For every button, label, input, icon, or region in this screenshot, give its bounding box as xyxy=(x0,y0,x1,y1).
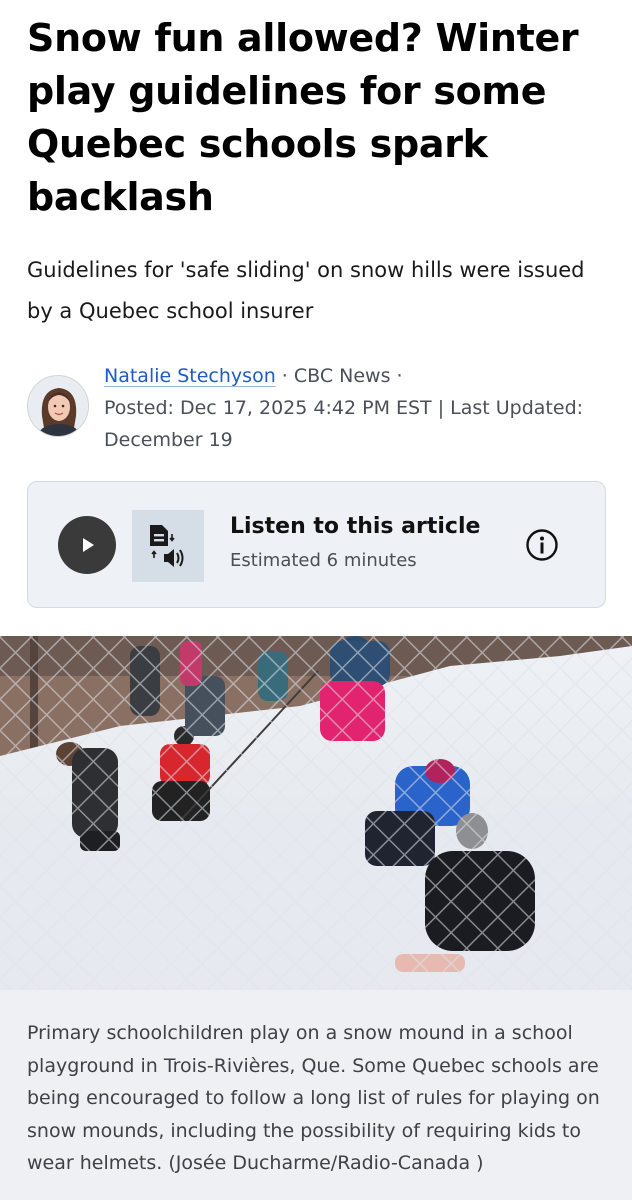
play-button[interactable] xyxy=(58,516,116,574)
byline: Natalie Stechyson · CBC News · Posted: D… xyxy=(27,360,607,460)
article-deck: Guidelines for 'safe sliding' on snow hi… xyxy=(27,258,585,323)
posted-timestamp: Posted: Dec 17, 2025 4:42 PM EST | Last … xyxy=(104,397,584,451)
listen-duration: Estimated 6 minutes xyxy=(230,550,417,571)
text-to-speech-icon xyxy=(132,510,204,582)
listen-article-card: Listen to this article Estimated 6 minut… xyxy=(27,481,606,608)
photo-caption-box: Primary schoolchildren play on a snow mo… xyxy=(0,990,632,1200)
play-icon xyxy=(83,538,94,552)
article-photo[interactable] xyxy=(0,636,632,990)
listen-title: Listen to this article xyxy=(230,514,481,539)
outlet-name: CBC News xyxy=(293,365,391,387)
author-avatar[interactable] xyxy=(27,375,89,437)
author-link[interactable]: Natalie Stechyson xyxy=(104,365,276,387)
byline-text: Natalie Stechyson · CBC News · Posted: D… xyxy=(104,360,604,456)
byline-separator: · xyxy=(390,365,403,387)
photo-caption: Primary schoolchildren play on a snow mo… xyxy=(27,1022,600,1174)
byline-separator: · xyxy=(275,365,294,387)
article-headline: Snow fun allowed? Winter play guidelines… xyxy=(27,16,579,219)
info-icon[interactable] xyxy=(525,528,559,562)
